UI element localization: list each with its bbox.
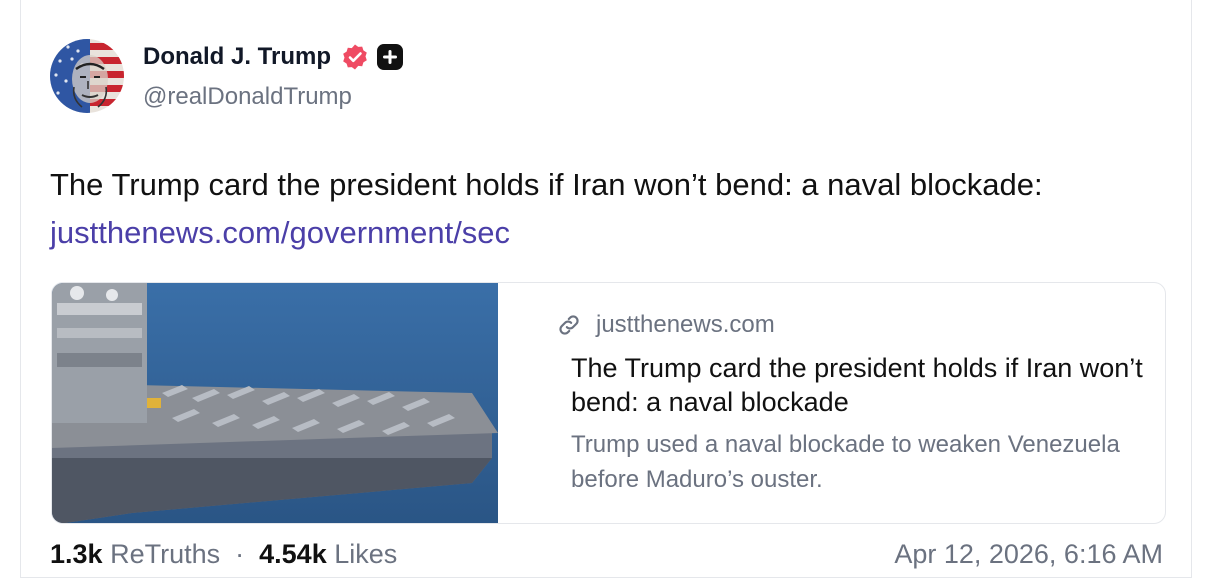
plus-square-icon [377,44,404,70]
post-timestamp[interactable]: Apr 12, 2026, 6:16 AM [894,539,1163,570]
avatar-flag-portrait [50,39,124,113]
link-icon [559,315,579,335]
author-handle[interactable]: @realDonaldTrump [143,83,352,111]
author-name[interactable]: Donald J. Trump [143,43,331,71]
retruths-count[interactable]: 1.3k [50,539,103,569]
card-domain-row: justthenews.com [528,311,775,339]
card-title[interactable]: The Trump card the president holds if Ir… [571,351,1151,419]
verified-badge-icon [343,44,367,70]
stats-separator: · [227,539,252,569]
post-body: The Trump card the president holds if Ir… [50,161,1160,257]
avatar[interactable] [50,39,124,113]
likes-label[interactable]: Likes [334,539,397,569]
card-body: justthenews.com The Trump card the presi… [528,283,1145,523]
post-link[interactable]: justthenews.com/government/sec [50,209,1160,257]
likes-count[interactable]: 4.54k [259,539,327,569]
post-card: Donald J. Trump @realDonaldTrump The Tru… [20,0,1192,578]
link-preview-card[interactable]: justthenews.com The Trump card the presi… [51,282,1166,524]
post-text: The Trump card the president holds if Ir… [50,167,1043,202]
post-stats: 1.3k ReTruths · 4.54k Likes [50,539,397,570]
retruths-label[interactable]: ReTruths [110,539,220,569]
aircraft-carrier-photo [52,283,498,523]
author-row: Donald J. Trump [143,43,404,71]
card-domain: justthenews.com [596,311,775,338]
card-description: Trump used a naval blockade to weaken Ve… [571,431,1120,493]
